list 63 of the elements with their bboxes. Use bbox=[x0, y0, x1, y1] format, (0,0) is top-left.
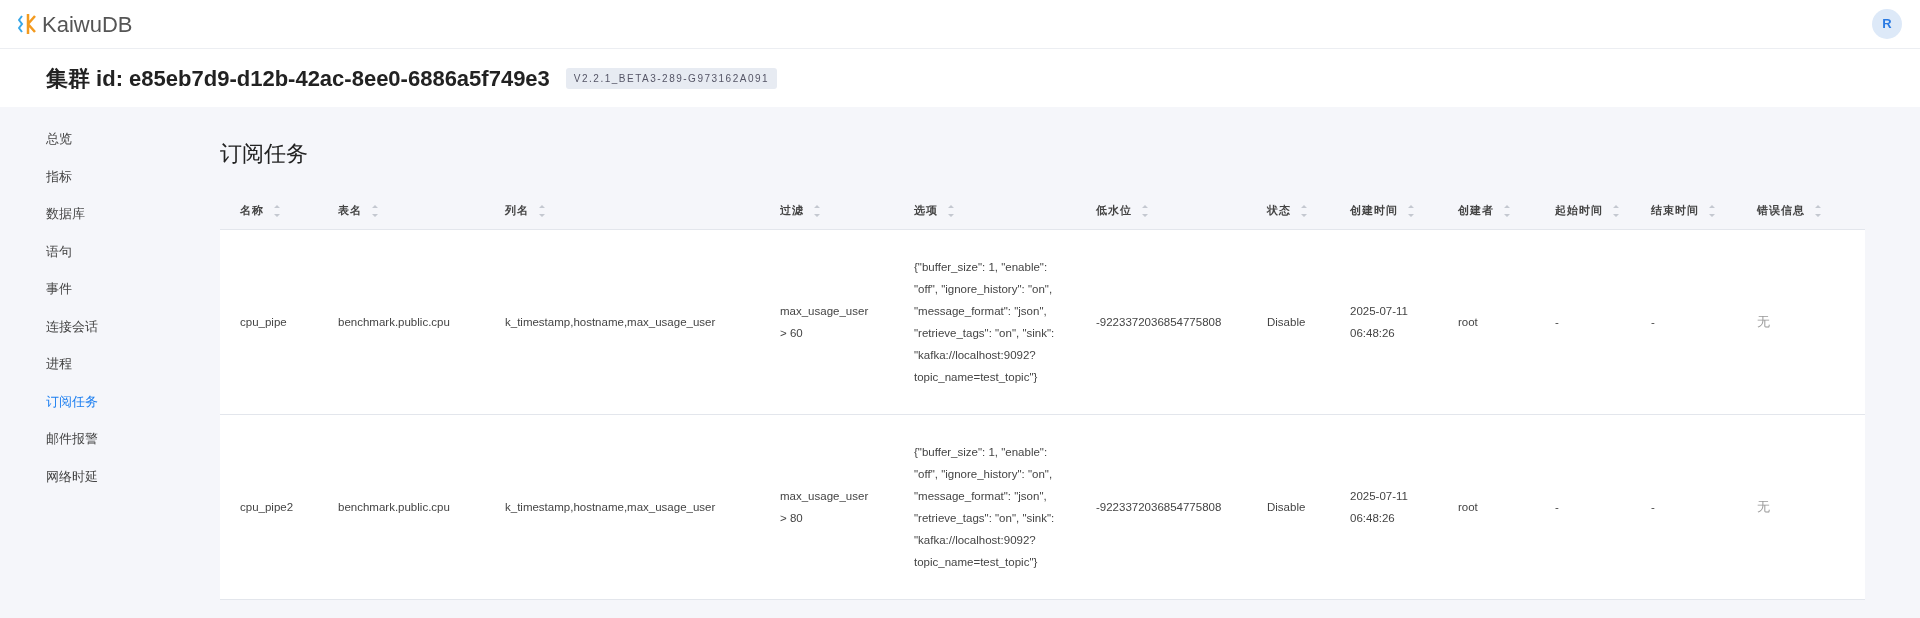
table-cell-text: {"buffer_size": 1, "enable": "off", "ignore_history": "on", "message_format": "json", "retrieve_tags": "on", "sink": "kafka://localhost:9092?topic_name=test_topic"} bbox=[914, 259, 1056, 385]
table-cell-text: -9223372036854775808 bbox=[1096, 499, 1223, 515]
sort-icon[interactable] bbox=[1142, 204, 1148, 219]
table-cell-text: cpu_pipe2 bbox=[240, 499, 295, 515]
table-cell-text: benchmark.public.cpu bbox=[338, 314, 451, 330]
sort-icon[interactable] bbox=[1815, 204, 1821, 219]
sort-icon[interactable] bbox=[1709, 204, 1715, 219]
sort-icon[interactable] bbox=[372, 204, 378, 219]
sidebar-item[interactable]: 网络时延 bbox=[46, 466, 220, 504]
page-title: 订阅任务 bbox=[220, 140, 309, 168]
table-cell-text: k_timestamp,hostname,max_usage_user bbox=[505, 499, 717, 515]
sort-icon[interactable] bbox=[1301, 204, 1307, 219]
cluster-title: 集群 id: e85eb7d9-d12b-42ac-8ee0-6886a5f749e3 bbox=[46, 64, 550, 93]
column-header: 过滤 bbox=[780, 204, 804, 216]
sidebar-item[interactable]: 数据库 bbox=[46, 204, 220, 242]
sidebar-item[interactable]: 总览 bbox=[46, 129, 220, 167]
sort-icon[interactable] bbox=[274, 204, 280, 219]
sidebar-item[interactable]: 事件 bbox=[46, 279, 220, 317]
table-cell-text: k_timestamp,hostname,max_usage_user bbox=[505, 314, 717, 330]
version-tag: V2.2.1_BETA3-289-G973162A091 bbox=[565, 67, 778, 89]
sidebar-item[interactable]: 进程 bbox=[46, 354, 220, 392]
table-cell-text: 无 bbox=[1757, 497, 1771, 516]
column-header: 错误信息 bbox=[1757, 204, 1805, 216]
column-header: 表名 bbox=[338, 204, 362, 216]
sidebar-item[interactable]: 邮件报警 bbox=[46, 429, 220, 467]
sort-icon[interactable] bbox=[948, 204, 954, 219]
column-header: 创建时间 bbox=[1350, 204, 1398, 216]
table-cell-text: {"buffer_size": 1, "enable": "off", "ignore_history": "on", "message_format": "json", "retrieve_tags": "on", "sink": "kafka://localhost:9092?topic_name=test_topic"} bbox=[914, 444, 1056, 570]
table-cell-text: -9223372036854775808 bbox=[1096, 314, 1223, 330]
column-header: 状态 bbox=[1267, 204, 1291, 216]
table-cell-text: root bbox=[1458, 314, 1479, 330]
column-header: 选项 bbox=[914, 204, 938, 216]
sort-icon[interactable] bbox=[1613, 204, 1619, 219]
sidebar-item[interactable]: 订阅任务 bbox=[46, 391, 220, 429]
sort-icon[interactable] bbox=[814, 204, 820, 219]
sort-icon[interactable] bbox=[1408, 204, 1414, 219]
table-cell-text: 无 bbox=[1757, 312, 1771, 331]
table-cell-text: - bbox=[1651, 314, 1656, 330]
table-cell-text: Disable bbox=[1267, 314, 1307, 330]
logo-icon bbox=[18, 12, 38, 36]
table-cell-text: 2025-07-11 06:48:26 bbox=[1350, 488, 1409, 526]
table-cell-text: benchmark.public.cpu bbox=[338, 499, 451, 515]
column-header: 创建者 bbox=[1458, 204, 1494, 216]
column-header: 起始时间 bbox=[1555, 204, 1603, 216]
logo-text: KaiwuDB bbox=[42, 10, 133, 39]
table-cell-text: - bbox=[1651, 499, 1656, 515]
column-header: 低水位 bbox=[1096, 204, 1132, 216]
table-cell-text: cpu_pipe bbox=[240, 314, 288, 330]
table-cell-text: - bbox=[1555, 314, 1560, 330]
column-header: 列名 bbox=[505, 204, 529, 216]
column-header: 名称 bbox=[240, 204, 264, 216]
table-cell-text: 2025-07-11 06:48:26 bbox=[1350, 303, 1409, 341]
table-cell-text: max_usage_user > 60 bbox=[780, 303, 870, 341]
column-header: 结束时间 bbox=[1651, 204, 1699, 216]
sidebar-item[interactable]: 指标 bbox=[46, 166, 220, 204]
sidebar-item[interactable]: 连接会话 bbox=[46, 316, 220, 354]
table-cell-text: max_usage_user > 80 bbox=[780, 488, 870, 526]
table-cell-text: root bbox=[1458, 499, 1479, 515]
sort-icon[interactable] bbox=[1504, 204, 1510, 219]
table-cell-text: - bbox=[1555, 499, 1560, 515]
table-cell-text: Disable bbox=[1267, 499, 1307, 515]
sidebar-item[interactable]: 语句 bbox=[46, 241, 220, 279]
sort-icon[interactable] bbox=[539, 204, 545, 219]
